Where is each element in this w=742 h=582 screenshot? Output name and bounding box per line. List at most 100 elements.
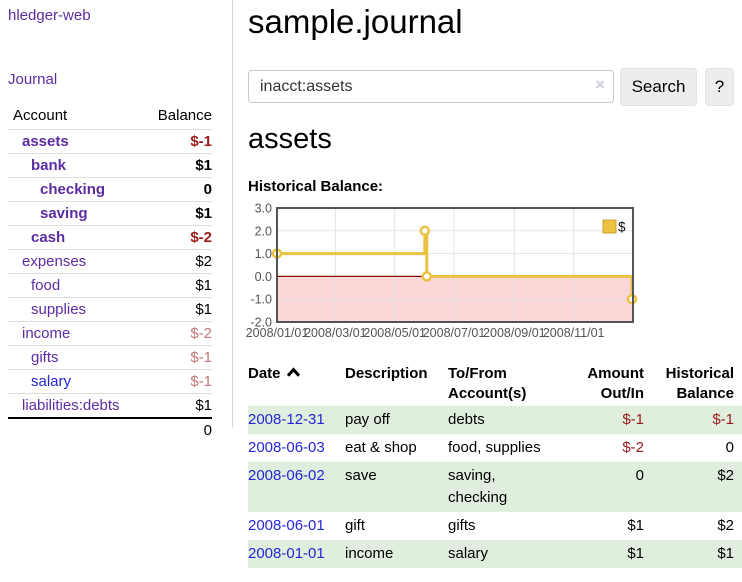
account-row: checking0 bbox=[8, 178, 212, 202]
transaction-date-link[interactable]: 2008-01-01 bbox=[248, 545, 325, 562]
account-link[interactable]: checking bbox=[40, 181, 105, 198]
legend-swatch bbox=[603, 220, 616, 233]
register-row: 2008-12-31pay offdebts$-1$-1 bbox=[248, 406, 742, 434]
account-name-cell: saving bbox=[8, 202, 145, 226]
transaction-date-link[interactable]: 2008-06-01 bbox=[248, 517, 325, 534]
account-row: saving $1 bbox=[8, 202, 212, 226]
account-link[interactable]: liabilities:debts bbox=[22, 397, 120, 414]
register-description-cell: income bbox=[345, 540, 448, 568]
account-row: gifts $-1 bbox=[8, 346, 212, 370]
account-name-cell: assets bbox=[8, 130, 145, 154]
account-link[interactable]: salary bbox=[31, 373, 71, 390]
account-balance: $1 bbox=[145, 274, 212, 298]
register-balance-cell: $2 bbox=[646, 512, 742, 540]
account-row: expenses$2 bbox=[8, 250, 212, 274]
register-header-row: Date Description To/From Account(s) Amou… bbox=[248, 362, 742, 406]
accounts-table-header-row: Account Balance bbox=[8, 103, 212, 130]
legend-label: $ bbox=[618, 220, 626, 235]
register-amount-cell: 0 bbox=[566, 462, 646, 512]
register-row: 2008-01-01incomesalary$1$1 bbox=[248, 540, 742, 568]
account-name-cell: gifts bbox=[8, 346, 145, 370]
account-balance: $1 bbox=[145, 298, 212, 322]
account-row: salary$-1 bbox=[8, 370, 212, 394]
account-link[interactable]: income bbox=[22, 325, 70, 342]
register-date-cell: 2008-06-03 bbox=[248, 434, 345, 462]
account-row: assets$-1 bbox=[8, 130, 212, 154]
account-row: liabilities:debts$1 bbox=[8, 394, 212, 419]
register-description-cell: save bbox=[345, 462, 448, 512]
register-header-date[interactable]: Date bbox=[248, 362, 345, 406]
account-balance: $1 bbox=[145, 154, 212, 178]
accounts-total-row: 0 bbox=[8, 418, 212, 442]
account-link[interactable]: food bbox=[31, 277, 60, 294]
account-link[interactable]: supplies bbox=[31, 301, 86, 318]
account-link[interactable]: gifts bbox=[31, 349, 59, 366]
register-accounts-cell: saving, checking bbox=[448, 462, 566, 512]
transaction-date-link[interactable]: 2008-12-31 bbox=[248, 411, 325, 428]
chart-data-marker bbox=[423, 272, 431, 280]
account-link[interactable]: cash bbox=[31, 229, 65, 246]
x-axis-tick-label: 2008/07/01 bbox=[423, 326, 486, 340]
transaction-date-link[interactable]: 2008-06-03 bbox=[248, 439, 325, 456]
account-balance: $-1 bbox=[145, 346, 212, 370]
chart-canvas[interactable]: $3.02.01.00.0-1.0-2.02008/01/012008/03/0… bbox=[240, 196, 642, 352]
brand-link[interactable]: hledger-web bbox=[8, 7, 91, 24]
register-balance-cell: $2 bbox=[646, 462, 742, 512]
accounts-table-body: assets$-1bank$1checking0saving$1cash$-2e… bbox=[8, 130, 212, 419]
transaction-date-link[interactable]: 2008-06-02 bbox=[248, 467, 325, 484]
accounts-header-account: Account bbox=[8, 103, 145, 130]
search-button[interactable]: Search bbox=[620, 68, 697, 106]
register-row: 2008-06-03eat & shopfood, supplies$-20 bbox=[248, 434, 742, 462]
search-input-wrap: × bbox=[248, 70, 614, 103]
register-table: Date Description To/From Account(s) Amou… bbox=[248, 362, 742, 568]
historical-balance-chart[interactable]: $3.02.01.00.0-1.0-2.02008/01/012008/03/0… bbox=[240, 196, 642, 352]
search-input[interactable] bbox=[248, 70, 614, 103]
sidebar: hledger-web Journal Account Balance asse… bbox=[0, 0, 233, 428]
register-description-cell: eat & shop bbox=[345, 434, 448, 462]
register-header-date-label: Date bbox=[248, 365, 281, 382]
accounts-total-balance: 0 bbox=[145, 418, 212, 442]
chart-label: Historical Balance: bbox=[248, 178, 383, 195]
register-accounts-cell: salary bbox=[448, 540, 566, 568]
account-link[interactable]: expenses bbox=[22, 253, 86, 270]
account-row: food $1 bbox=[8, 274, 212, 298]
help-button[interactable]: ? bbox=[705, 68, 734, 106]
account-name-cell: cash bbox=[8, 226, 145, 250]
account-row: income$-2 bbox=[8, 322, 212, 346]
sidebar-item-journal[interactable]: Journal bbox=[8, 71, 57, 88]
register-date-cell: 2008-06-01 bbox=[248, 512, 345, 540]
y-axis-tick-label: 1.0 bbox=[255, 247, 272, 261]
account-title: assets bbox=[248, 122, 332, 156]
register-row: 2008-06-02 savesaving, checking0$2 bbox=[248, 462, 742, 512]
account-balance: $1 bbox=[145, 202, 212, 226]
account-row: cash$-2 bbox=[8, 226, 212, 250]
account-link[interactable]: bank bbox=[31, 157, 66, 174]
sort-ascending-icon bbox=[286, 367, 301, 378]
register-amount-cell: $1 bbox=[566, 540, 646, 568]
accounts-table: Account Balance assets$-1bank$1checking0… bbox=[8, 103, 212, 442]
clear-search-icon[interactable]: × bbox=[595, 75, 605, 95]
search-form: × Search ? bbox=[248, 68, 742, 106]
account-name-cell: expenses bbox=[8, 250, 145, 274]
x-axis-tick-label: 2008/05/01 bbox=[363, 326, 426, 340]
register-balance-cell: $1 bbox=[646, 540, 742, 568]
register-accounts-cell: debts bbox=[448, 406, 566, 434]
register-header-amount: Amount Out/In bbox=[566, 362, 646, 406]
chart-data-marker bbox=[421, 227, 429, 235]
register-description-cell: gift bbox=[345, 512, 448, 540]
account-link[interactable]: assets bbox=[22, 133, 69, 150]
x-axis-tick-label: 2008/03/01 bbox=[304, 326, 367, 340]
account-name-cell: food bbox=[8, 274, 145, 298]
main-content: sample.journal × Search ? assets Histori… bbox=[248, 0, 742, 582]
account-name-cell: income bbox=[8, 322, 145, 346]
register-date-cell: 2008-01-01 bbox=[248, 540, 345, 568]
register-header-description: Description bbox=[345, 362, 448, 406]
register-balance-cell: 0 bbox=[646, 434, 742, 462]
register-description-cell: pay off bbox=[345, 406, 448, 434]
register-header-accounts: To/From Account(s) bbox=[448, 362, 566, 406]
register-header-balance: Historical Balance bbox=[646, 362, 742, 406]
register-accounts-cell: gifts bbox=[448, 512, 566, 540]
account-name-cell: liabilities:debts bbox=[8, 394, 145, 419]
register-date-cell: 2008-12-31 bbox=[248, 406, 345, 434]
account-link[interactable]: saving bbox=[40, 205, 88, 222]
